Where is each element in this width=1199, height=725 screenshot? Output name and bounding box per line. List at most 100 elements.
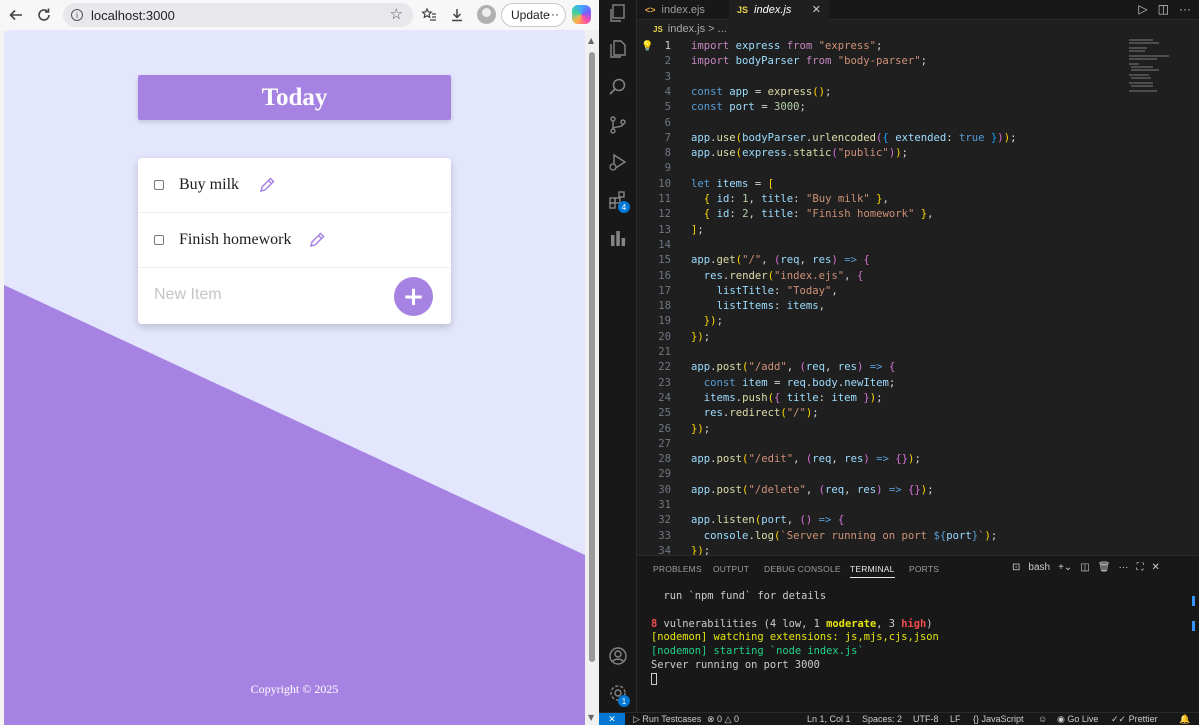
- code-line[interactable]: 13];: [637, 223, 1127, 238]
- tab-ports[interactable]: PORTS: [909, 564, 939, 574]
- lightbulb-icon[interactable]: 💡: [641, 39, 653, 54]
- scroll-down-icon[interactable]: ▼: [588, 713, 594, 722]
- edit-pencil-icon[interactable]: [258, 176, 276, 194]
- run-testcases[interactable]: ▷ Run Testcases: [633, 714, 701, 725]
- code-line[interactable]: 23 const item = req.body.newItem;: [637, 376, 1127, 391]
- trash-icon[interactable]: 🗑: [1098, 562, 1111, 573]
- cursor-position[interactable]: Ln 1, Col 1: [807, 714, 851, 724]
- code-line[interactable]: 8 app.use(express.static("public"));: [637, 146, 1127, 161]
- encoding[interactable]: UTF-8: [913, 714, 939, 724]
- page-scrollbar[interactable]: ▲ ▼: [585, 30, 599, 725]
- code-line[interactable]: 30 app.post("/delete", (req, res) => {});: [637, 483, 1127, 498]
- go-live[interactable]: ◉ Go Live: [1057, 714, 1098, 725]
- tab-output[interactable]: OUTPUT: [713, 564, 749, 574]
- code-editor[interactable]: 1 💡 import express from "express"; 2 import …: [637, 37, 1127, 555]
- code-line[interactable]: 31: [637, 498, 1127, 513]
- prettier[interactable]: ✓✓ Prettier: [1111, 714, 1158, 725]
- reload-icon[interactable]: [33, 4, 55, 26]
- breadcrumb-file[interactable]: index.js: [668, 23, 705, 35]
- tab-index-ejs[interactable]: <> index.ejs: [637, 0, 729, 20]
- code-line[interactable]: 25 res.redirect("/");: [637, 406, 1127, 421]
- terminal-output[interactable]: run `npm fund` for details 8 vulnerabili…: [651, 590, 1191, 687]
- code-line[interactable]: 6: [637, 116, 1127, 131]
- code-line[interactable]: 21: [637, 345, 1127, 360]
- maximize-panel-icon[interactable]: ⛶: [1136, 562, 1143, 573]
- code-line[interactable]: 11 { id: 1, title: "Buy milk" },: [637, 192, 1127, 207]
- copilot-status-icon[interactable]: ☺: [1038, 714, 1047, 724]
- code-line[interactable]: 22 app.post("/add", (req, res) => {: [637, 360, 1127, 375]
- code-line[interactable]: 34});: [637, 544, 1127, 555]
- code-line[interactable]: 19 });: [637, 314, 1127, 329]
- close-panel-icon[interactable]: ✕: [1151, 562, 1159, 573]
- remote-icon[interactable]: ✕: [599, 713, 625, 725]
- settings-gear-icon[interactable]: 1: [608, 683, 630, 707]
- address-bar[interactable]: i localhost:3000 ☆: [63, 3, 413, 27]
- code-line[interactable]: 17 listTitle: "Today",: [637, 284, 1127, 299]
- copilot-icon[interactable]: [572, 5, 591, 24]
- more-actions-icon[interactable]: ···: [1179, 2, 1191, 16]
- explorer-icon[interactable]: [608, 39, 628, 59]
- new-item-input[interactable]: [154, 286, 374, 304]
- account-icon[interactable]: [608, 646, 628, 666]
- run-icon[interactable]: ▷: [1138, 2, 1147, 16]
- code-line[interactable]: 15 app.get("/", (req, res) => {: [637, 253, 1127, 268]
- code-line[interactable]: 18 listItems: items,: [637, 299, 1127, 314]
- tab-terminal[interactable]: TERMINAL: [850, 564, 895, 578]
- code-line[interactable]: 4 const app = express();: [637, 85, 1127, 100]
- code-line[interactable]: 14: [637, 238, 1127, 253]
- notifications-icon[interactable]: 🔔: [1179, 714, 1190, 725]
- charts-icon[interactable]: [608, 228, 628, 248]
- item-checkbox[interactable]: [154, 180, 164, 190]
- line-ending[interactable]: LF: [950, 714, 961, 724]
- code-line[interactable]: 32 app.listen(port, () => {: [637, 513, 1127, 528]
- code-text: app.use(express.static("public"));: [691, 147, 908, 160]
- favorites-icon[interactable]: [418, 4, 440, 26]
- favorite-star-icon[interactable]: ☆: [390, 5, 403, 23]
- update-button[interactable]: Update ···: [501, 3, 566, 27]
- split-editor-icon[interactable]: ◫: [1158, 2, 1169, 16]
- more-icon[interactable]: ···: [1118, 562, 1128, 573]
- code-line[interactable]: 33 console.log(`Server running on port $…: [637, 529, 1127, 544]
- code-line[interactable]: 24 items.push({ title: item });: [637, 391, 1127, 406]
- minimap[interactable]: [1129, 38, 1189, 98]
- code-line[interactable]: 29: [637, 467, 1127, 482]
- code-line[interactable]: 1 💡 import express from "express";: [637, 39, 1127, 54]
- code-line[interactable]: 3: [637, 70, 1127, 85]
- code-line[interactable]: 28 app.post("/edit", (req, res) => {});: [637, 452, 1127, 467]
- breadcrumb-rest[interactable]: > ...: [708, 23, 727, 35]
- language-mode[interactable]: {} JavaScript: [973, 714, 1024, 724]
- copy-icon[interactable]: [608, 3, 628, 23]
- problems-count[interactable]: ⊗ 0 △ 0: [707, 714, 739, 725]
- profile-avatar[interactable]: [477, 5, 496, 24]
- item-checkbox[interactable]: [154, 235, 164, 245]
- code-line[interactable]: 20});: [637, 330, 1127, 345]
- downloads-icon[interactable]: [446, 4, 468, 26]
- split-terminal-icon[interactable]: ◫: [1080, 562, 1089, 573]
- new-terminal-icon[interactable]: +⌄: [1058, 562, 1072, 573]
- edit-pencil-icon[interactable]: [308, 231, 326, 249]
- code-line[interactable]: 10 let items = [: [637, 177, 1127, 192]
- back-icon[interactable]: [5, 4, 27, 26]
- tab-index-js[interactable]: JS index.js ✕: [729, 0, 829, 20]
- shell-name[interactable]: bash: [1028, 562, 1050, 573]
- code-line[interactable]: 2 import bodyParser from "body-parser";: [637, 54, 1127, 69]
- scroll-up-icon[interactable]: ▲: [588, 36, 594, 45]
- tab-debug-console[interactable]: DEBUG CONSOLE: [764, 564, 841, 574]
- indentation[interactable]: Spaces: 2: [862, 714, 902, 724]
- add-item-button[interactable]: +: [394, 277, 433, 316]
- code-line[interactable]: 9: [637, 161, 1127, 176]
- site-info-icon[interactable]: i: [71, 9, 83, 21]
- code-line[interactable]: 12 { id: 2, title: "Finish homework" },: [637, 207, 1127, 222]
- search-icon[interactable]: [608, 77, 628, 97]
- scroll-thumb[interactable]: [589, 52, 595, 662]
- close-tab-icon[interactable]: ✕: [812, 3, 821, 16]
- source-control-icon[interactable]: [608, 115, 628, 135]
- tab-problems[interactable]: PROBLEMS: [653, 564, 702, 574]
- code-line[interactable]: 27: [637, 437, 1127, 452]
- run-debug-icon[interactable]: [608, 152, 628, 172]
- extensions-icon[interactable]: 4: [608, 190, 630, 213]
- code-line[interactable]: 5 const port = 3000;: [637, 100, 1127, 115]
- code-line[interactable]: 7 app.use(bodyParser.urlencoded({ extende…: [637, 131, 1127, 146]
- code-line[interactable]: 26});: [637, 422, 1127, 437]
- code-line[interactable]: 16 res.render("index.ejs", {: [637, 269, 1127, 284]
